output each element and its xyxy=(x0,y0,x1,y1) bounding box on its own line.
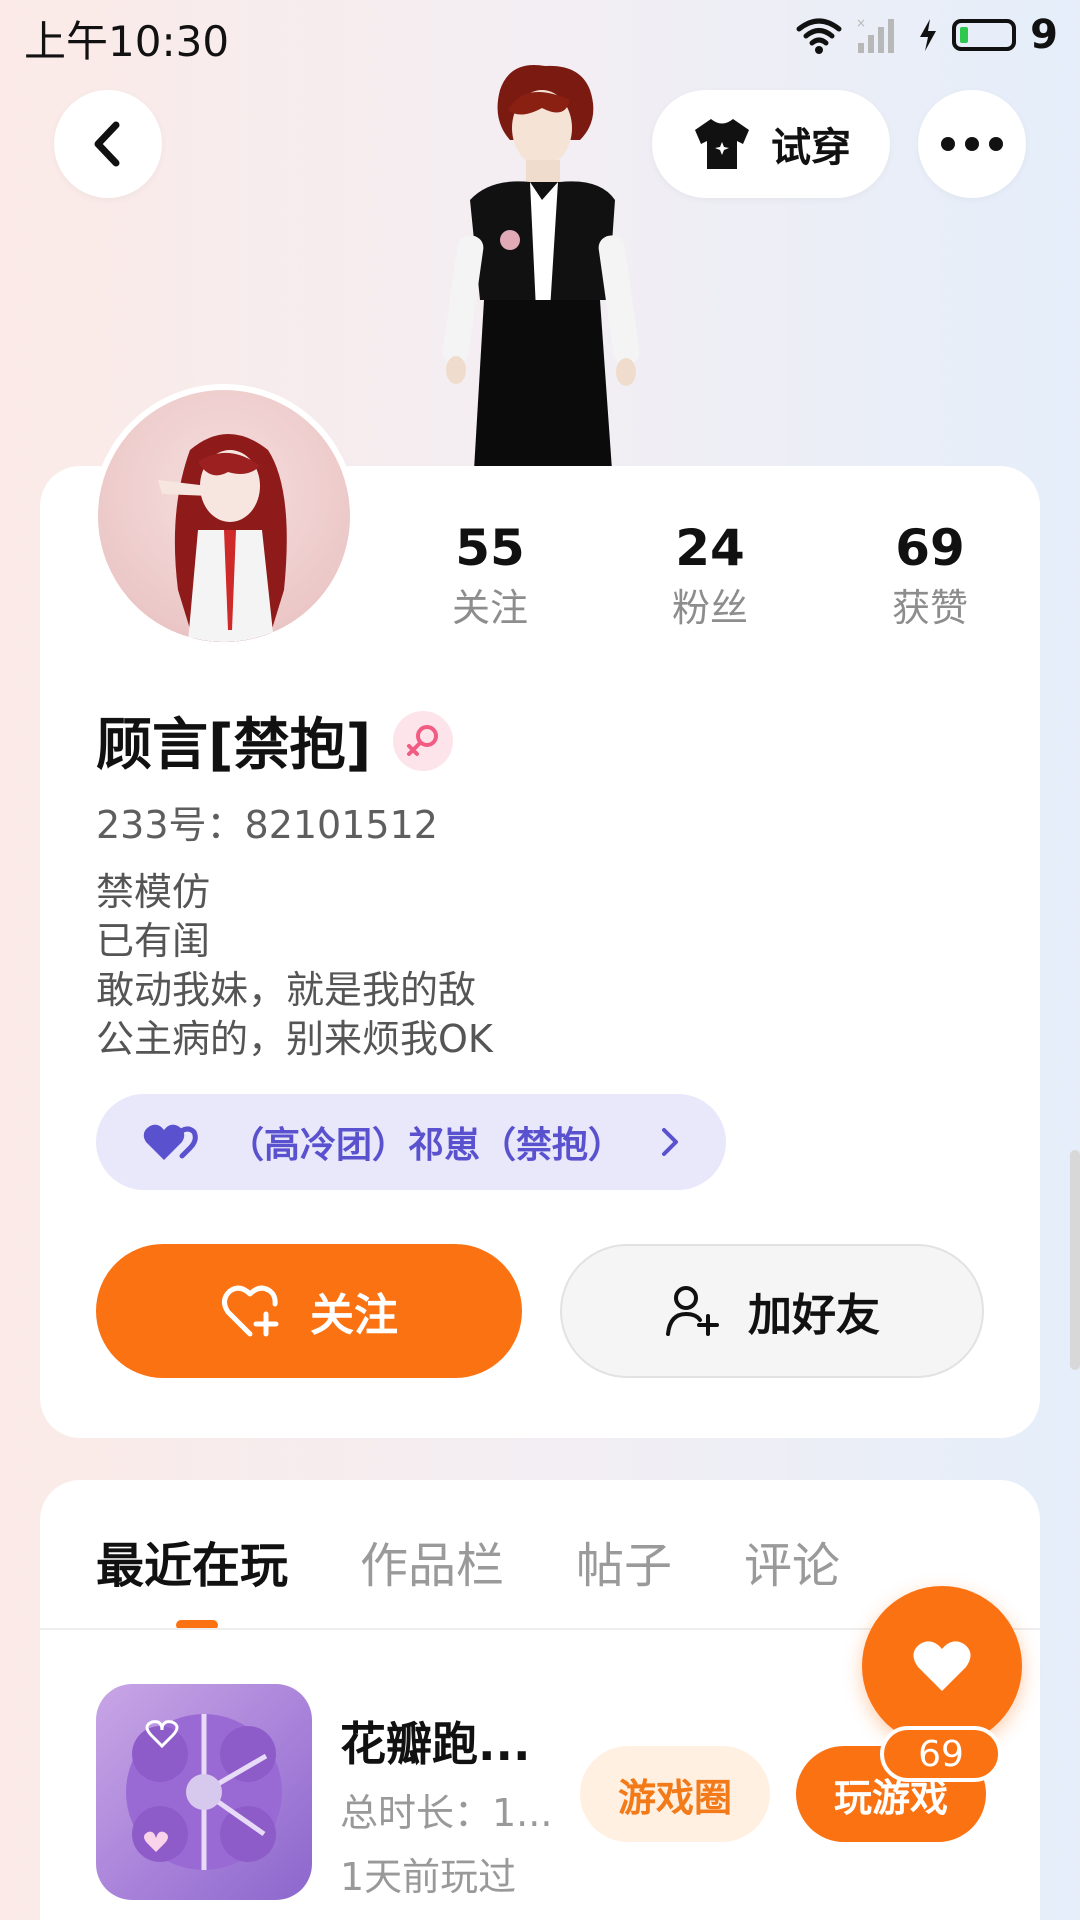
tab-posts[interactable]: 帖子 xyxy=(576,1526,672,1596)
female-icon xyxy=(393,710,454,771)
try-on-label: 试穿 xyxy=(771,125,851,171)
bio-line: 敢动我妹，就是我的敌 xyxy=(96,968,477,1012)
more-button[interactable] xyxy=(918,90,1026,198)
bio-line: 已有闺 xyxy=(96,919,211,963)
bio: 禁模仿 已有闺 敢动我妹，就是我的敌 公主病的，别来烦我OK xyxy=(96,868,493,1064)
game-circle-button[interactable]: 游戏圈 xyxy=(580,1746,770,1842)
tab-recent-play[interactable]: 最近在玩 xyxy=(96,1526,288,1596)
add-user-icon xyxy=(666,1286,719,1336)
bio-line: 禁模仿 xyxy=(96,870,211,914)
tab-bar: 最近在玩 作品栏 帖子 评论 xyxy=(96,1526,840,1596)
profile-name: 顾言[禁抱] xyxy=(96,713,372,778)
heart-plus-icon xyxy=(222,1285,279,1337)
wifi-icon xyxy=(796,18,842,54)
chevron-left-icon xyxy=(94,121,120,167)
stat-likes-label: 获赞 xyxy=(891,586,968,630)
double-heart-icon xyxy=(143,1124,198,1160)
status-icons: × 9 xyxy=(796,12,1058,58)
stats-row: 55 关注 24 粉丝 69 获赞 xyxy=(380,516,1040,646)
follow-button[interactable]: 关注 xyxy=(96,1244,522,1378)
game-artwork xyxy=(126,1714,282,1870)
game-play-time: 总时长：1... xyxy=(340,1791,553,1835)
game-icon[interactable] xyxy=(96,1684,312,1900)
bio-line: 公主病的，别来烦我OK xyxy=(96,1017,493,1061)
avatar[interactable] xyxy=(92,384,356,648)
chevron-right-icon xyxy=(662,1128,678,1156)
battery-level: 9 xyxy=(1030,12,1058,58)
game-last-played: 1天前玩过 xyxy=(340,1855,517,1899)
stat-following[interactable]: 55 关注 xyxy=(380,516,600,646)
stat-following-value: 55 xyxy=(455,519,525,577)
battery-icon xyxy=(952,19,1017,51)
avatar-portrait xyxy=(158,434,287,642)
stat-following-label: 关注 xyxy=(451,586,528,630)
stat-fans-value: 24 xyxy=(675,519,745,577)
add-friend-button[interactable]: 加好友 xyxy=(560,1244,984,1378)
tab-comments[interactable]: 评论 xyxy=(744,1526,840,1596)
more-dots-icon xyxy=(941,137,1003,151)
svg-text:×: × xyxy=(856,16,866,30)
like-button[interactable] xyxy=(862,1586,1022,1746)
stat-fans-label: 粉丝 xyxy=(671,586,748,630)
charging-icon xyxy=(920,19,937,51)
name-row: 顾言[禁抱] xyxy=(96,700,454,781)
stat-likes[interactable]: 69 获赞 xyxy=(820,516,1040,646)
couple-link[interactable]: （高冷团）祁崽（禁抱） xyxy=(96,1094,726,1190)
couple-label: （高冷团）祁崽（禁抱） xyxy=(228,1125,625,1166)
user-id: 233号：82101512 xyxy=(96,803,438,847)
avatar-3d-figure xyxy=(442,65,640,470)
tab-works[interactable]: 作品栏 xyxy=(360,1526,504,1596)
heart-icon xyxy=(913,1641,971,1691)
edge-handle[interactable] xyxy=(1070,1150,1080,1370)
stat-likes-value: 69 xyxy=(895,519,965,577)
signal-icon: × xyxy=(856,16,895,53)
follow-label: 关注 xyxy=(310,1290,398,1341)
like-count-badge: 69 xyxy=(880,1726,1002,1782)
game-circle-label: 游戏圈 xyxy=(617,1775,732,1820)
back-button[interactable] xyxy=(54,90,162,198)
stat-fans[interactable]: 24 粉丝 xyxy=(600,516,820,646)
status-time: 上午10:30 xyxy=(24,17,230,66)
tshirt-icon xyxy=(695,119,749,169)
game-title: 花瓣跑... xyxy=(340,1717,531,1771)
try-on-button[interactable]: 试穿 xyxy=(652,90,890,198)
add-friend-label: 加好友 xyxy=(748,1290,880,1341)
